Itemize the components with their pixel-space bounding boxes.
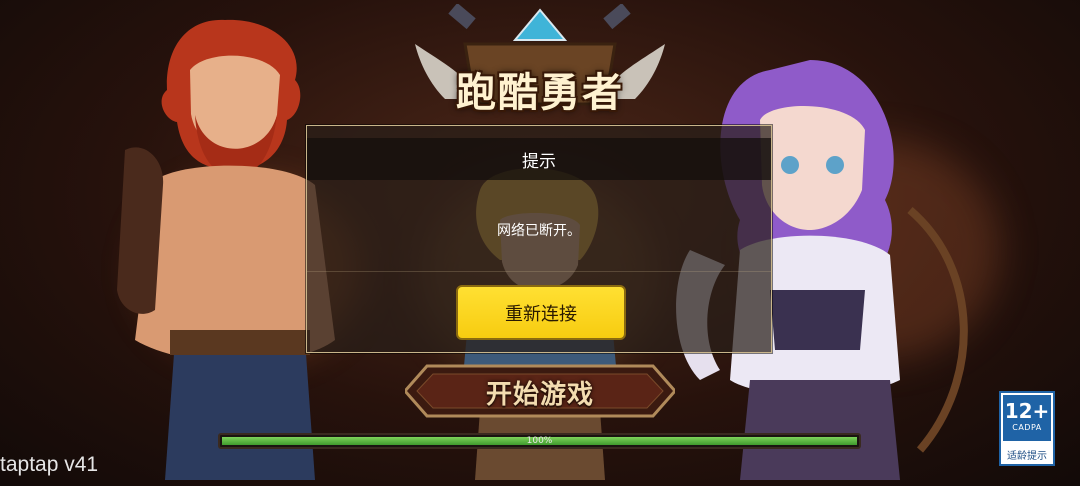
age-rating-header: 12+ CADPA [1003, 395, 1051, 441]
age-rating-caption: 适龄提示 [1007, 451, 1047, 462]
game-logo-title: 跑酷勇者 [456, 69, 624, 116]
loading-progress-bar: 100% [218, 433, 861, 449]
reconnect-button[interactable]: 重新连接 [456, 285, 626, 340]
dialog-title: 提示 [522, 151, 556, 172]
game-logo: 跑酷勇者 [405, 4, 675, 122]
start-game-button[interactable]: 开始游戏 [405, 362, 675, 420]
dialog-divider [307, 271, 771, 272]
start-game-label: 开始游戏 [485, 380, 594, 410]
dialog-message: 网络已断开。 [497, 223, 581, 239]
network-disconnected-dialog: 提示 网络已断开。 重新连接 [306, 125, 772, 353]
age-rating-number: 12+ [1004, 399, 1050, 423]
dialog-header: 提示 [307, 138, 771, 180]
age-rating-badge[interactable]: 12+ CADPA 适龄提示 [999, 391, 1055, 466]
version-label: taptap v41 [0, 453, 99, 476]
age-rating-org: CADPA [1012, 423, 1042, 432]
loading-progress-text: 100% [526, 436, 553, 446]
